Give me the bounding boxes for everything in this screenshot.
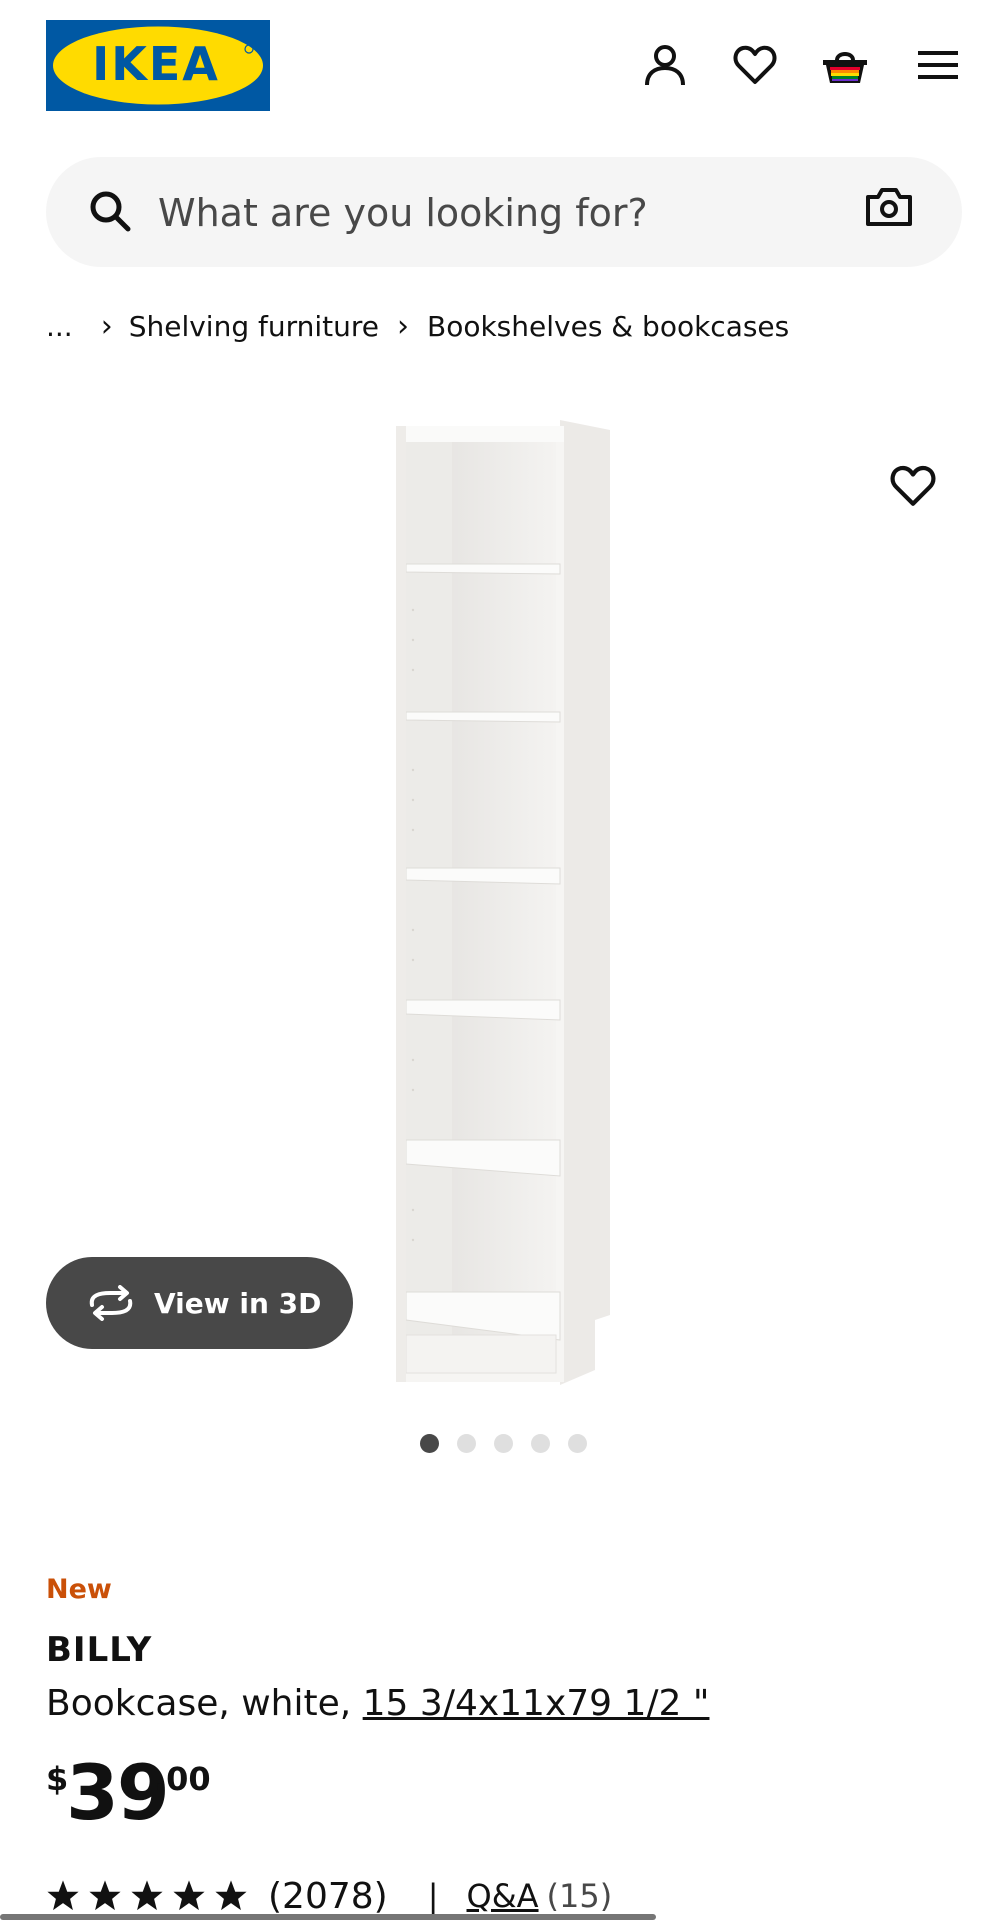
breadcrumb-bookshelves[interactable]: Bookshelves & bookcases	[427, 310, 789, 343]
price-integer: 39	[66, 1748, 170, 1837]
star-icon	[131, 1880, 163, 1911]
qa-count: (15)	[546, 1877, 613, 1915]
ikea-logo-graphic: IKEA	[46, 20, 270, 111]
product-size-link[interactable]: 15 3/4x11x79 1/2 "	[363, 1683, 710, 1724]
product-image[interactable]	[380, 410, 640, 1390]
star-icon	[173, 1880, 205, 1911]
breadcrumb-shelving-furniture[interactable]: Shelving furniture	[129, 310, 379, 343]
camera-icon[interactable]	[866, 187, 916, 237]
rating-stars[interactable]	[46, 1879, 248, 1913]
carousel-dot-4[interactable]	[531, 1434, 550, 1453]
account-icon[interactable]	[640, 40, 690, 90]
view-in-3d-label: View in 3D	[154, 1286, 322, 1320]
heart-icon[interactable]	[730, 40, 780, 90]
menu-icon[interactable]	[913, 40, 963, 90]
view-in-3d-button[interactable]: View in 3D	[46, 1257, 353, 1349]
review-count[interactable]: (2078)	[268, 1876, 388, 1917]
bottom-scroll-indicator	[0, 1914, 656, 1920]
breadcrumb: ... › Shelving furniture › Bookshelves &…	[46, 304, 789, 348]
rating-row: (2078) | Q&A (15)	[46, 1872, 612, 1920]
carousel-dot-1[interactable]	[420, 1434, 439, 1453]
search-input[interactable]	[156, 177, 800, 249]
carousel-dots	[420, 1434, 587, 1453]
carousel-dot-5[interactable]	[568, 1434, 587, 1453]
basket-icon[interactable]	[820, 40, 870, 90]
product-description: Bookcase, white, 15 3/4x11x79 1/2 "	[46, 1683, 709, 1724]
breadcrumb-ellipsis[interactable]: ...	[46, 310, 73, 343]
chevron-right-icon: ›	[100, 308, 113, 344]
search-icon[interactable]	[86, 187, 136, 237]
star-icon	[215, 1880, 247, 1911]
favorite-heart-icon[interactable]	[890, 465, 942, 517]
product-name: BILLY	[46, 1630, 153, 1670]
logo-text: IKEA	[92, 37, 220, 91]
product-description-text: Bookcase, white,	[46, 1683, 363, 1724]
qa-link[interactable]: Q&A	[467, 1877, 539, 1915]
search-bar[interactable]	[46, 157, 962, 267]
carousel-dot-2[interactable]	[457, 1434, 476, 1453]
star-icon	[47, 1880, 79, 1911]
price-decimal: .00	[154, 1760, 211, 1798]
rotate-3d-icon	[84, 1285, 138, 1321]
rating-divider: |	[427, 1877, 439, 1915]
ikea-logo[interactable]: IKEA	[46, 20, 270, 111]
star-icon	[89, 1880, 121, 1911]
new-badge: New	[46, 1574, 112, 1605]
price-currency: $	[46, 1760, 69, 1798]
carousel-dot-3[interactable]	[494, 1434, 513, 1453]
chevron-right-icon: ›	[397, 308, 409, 344]
